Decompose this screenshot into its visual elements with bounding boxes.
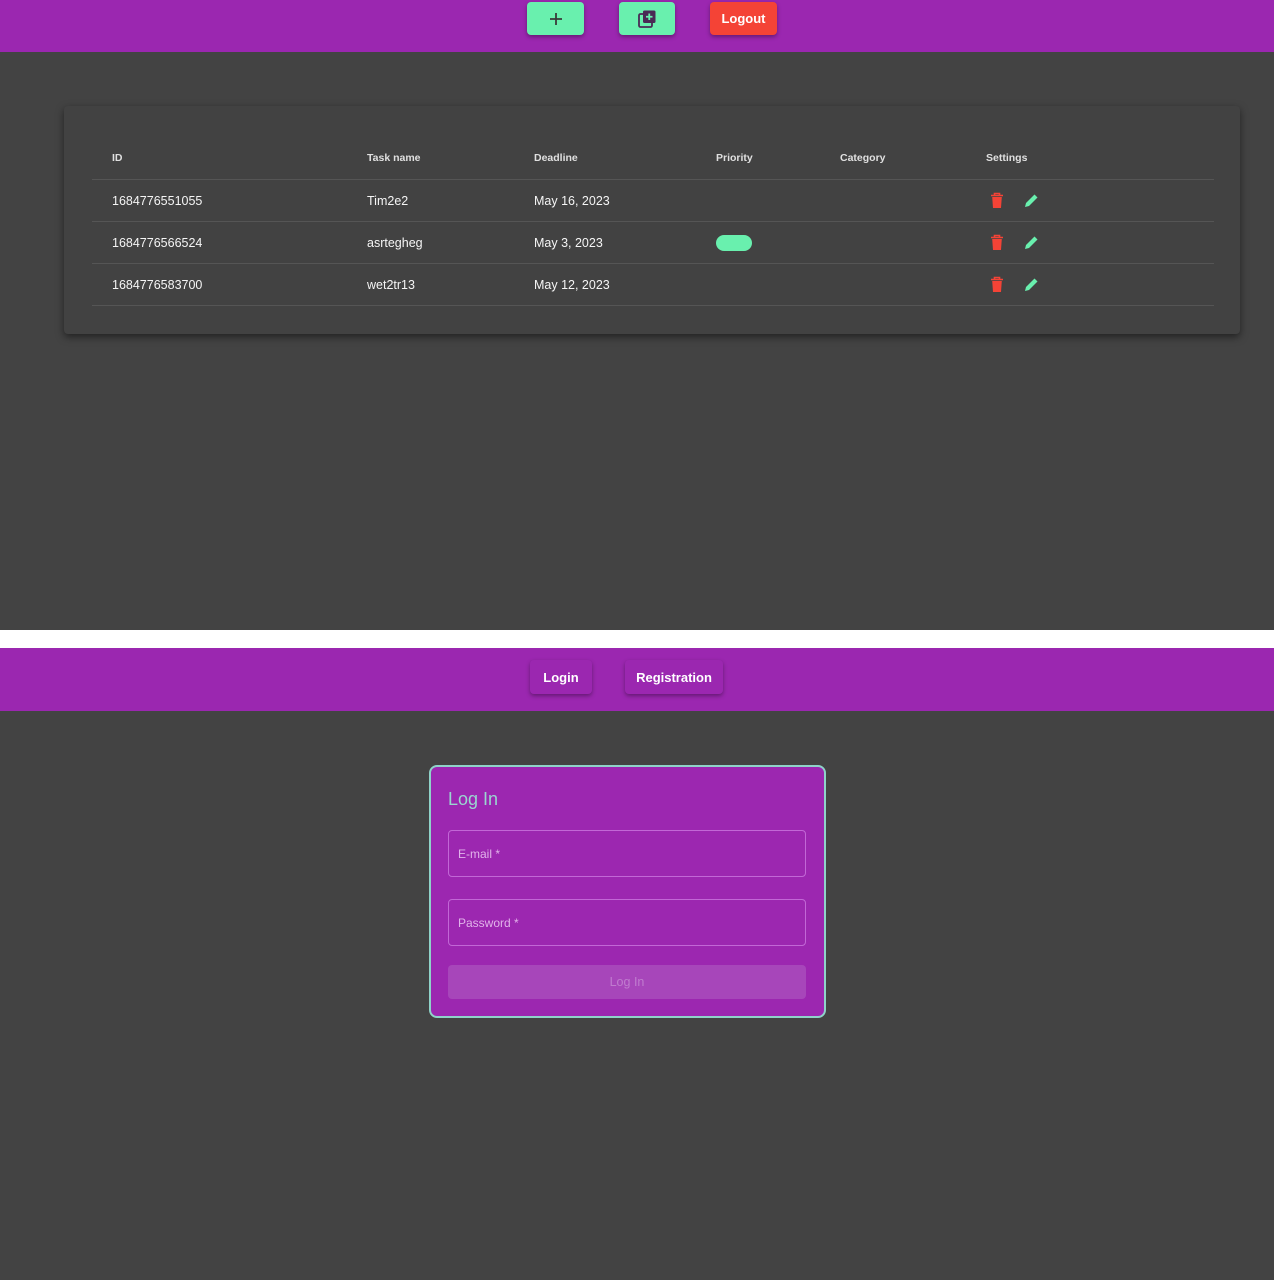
registration-nav-button[interactable]: Registration — [625, 660, 723, 694]
task-deadline: May 12, 2023 — [534, 277, 610, 292]
priority-badge — [716, 234, 752, 251]
login-screen: Login Registration Log In E-mail * Passw… — [0, 648, 1274, 1280]
task-id: 1684776583700 — [112, 277, 203, 292]
task-priority — [716, 222, 752, 263]
delete-icon[interactable] — [986, 232, 1008, 254]
task-settings — [986, 180, 1054, 221]
task-id: 1684776566524 — [112, 235, 203, 250]
screen-divider — [0, 630, 1274, 648]
table-header: ID Task name Deadline Priority Category … — [92, 136, 1214, 180]
task-id: 1684776551055 — [112, 193, 203, 208]
task-deadline: May 16, 2023 — [534, 193, 610, 208]
library-add-icon — [638, 10, 656, 28]
add-category-button[interactable] — [619, 2, 675, 35]
add-task-button[interactable] — [527, 2, 584, 35]
column-header-task-name: Task name — [367, 151, 421, 164]
login-app-bar: Login Registration — [0, 648, 1274, 711]
task-settings — [986, 222, 1054, 263]
email-field[interactable]: E-mail * — [448, 830, 806, 877]
column-header-settings: Settings — [986, 151, 1028, 164]
email-label: E-mail * — [458, 846, 501, 861]
edit-icon[interactable] — [1020, 232, 1042, 254]
column-header-id: ID — [112, 151, 123, 164]
tasks-screen: Logout ID Task name Deadline Priority Ca… — [0, 0, 1274, 630]
password-field[interactable]: Password * — [448, 899, 806, 946]
delete-icon[interactable] — [986, 190, 1008, 212]
top-app-bar: Logout — [0, 0, 1274, 52]
edit-icon[interactable] — [1020, 190, 1042, 212]
login-nav-button[interactable]: Login — [530, 660, 592, 694]
task-name: asrtegheg — [367, 235, 423, 250]
task-name: Tim2e2 — [367, 193, 409, 208]
table-row: 1684776566524 asrtegheg May 3, 2023 — [92, 222, 1214, 264]
delete-icon[interactable] — [986, 274, 1008, 296]
tasks-table-card: ID Task name Deadline Priority Category … — [64, 106, 1240, 334]
column-header-priority: Priority — [716, 151, 753, 164]
tasks-table: ID Task name Deadline Priority Category … — [92, 136, 1214, 306]
column-header-deadline: Deadline — [534, 151, 578, 164]
plus-icon — [549, 12, 562, 25]
task-name: wet2tr13 — [367, 277, 415, 292]
column-header-category: Category — [840, 151, 886, 164]
logout-button[interactable]: Logout — [710, 2, 777, 35]
login-submit-button[interactable]: Log In — [448, 965, 806, 999]
task-deadline: May 3, 2023 — [534, 235, 603, 250]
table-row: 1684776583700 wet2tr13 May 12, 2023 — [92, 264, 1214, 306]
login-title: Log In — [448, 789, 499, 809]
task-settings — [986, 264, 1054, 305]
table-row: 1684776551055 Tim2e2 May 16, 2023 — [92, 180, 1214, 222]
password-label: Password * — [458, 915, 519, 930]
login-form-card: Log In E-mail * Password * Log In — [429, 765, 826, 1018]
edit-icon[interactable] — [1020, 274, 1042, 296]
